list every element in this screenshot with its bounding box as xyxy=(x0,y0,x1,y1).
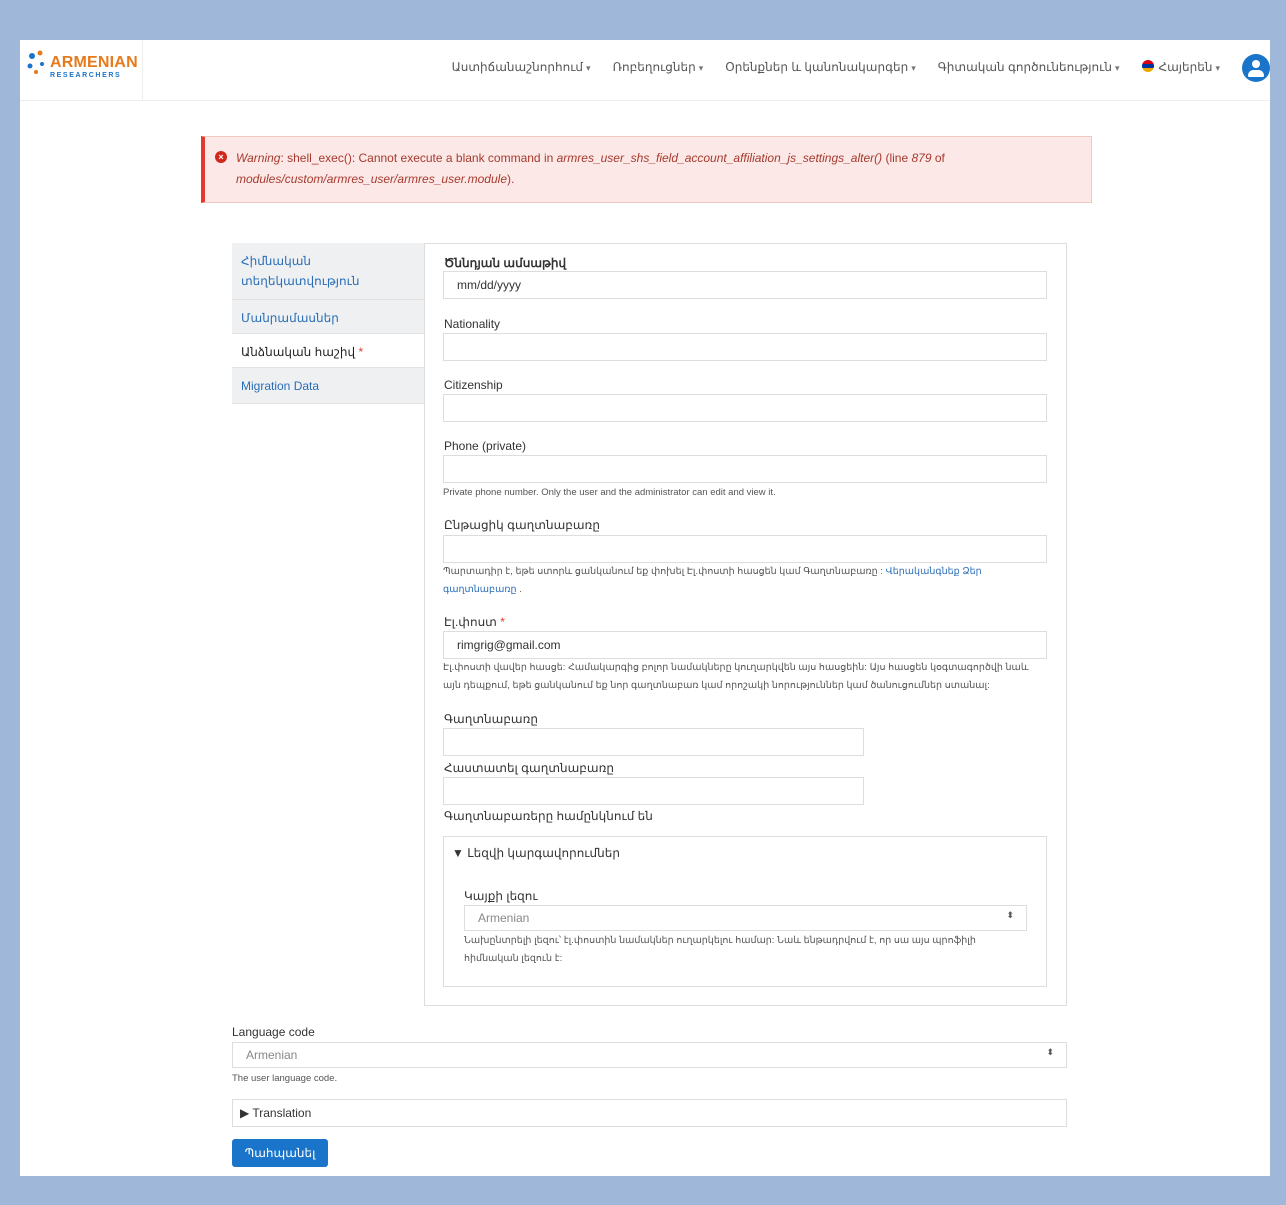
logo-icon xyxy=(27,50,44,74)
select-arrows-icon: ⬍ xyxy=(1006,910,1014,920)
phone-field[interactable] xyxy=(443,455,1047,483)
birthdate-label: Ծննդյան ամսաթիվ xyxy=(444,256,567,270)
nav-item-research[interactable]: Գիտական գործունեություն ▾ xyxy=(938,60,1120,74)
chevron-down-icon: ▾ xyxy=(911,63,916,73)
language-code-description: The user language code. xyxy=(232,1073,338,1084)
language-code-label: Language code xyxy=(232,1025,315,1039)
email-label: Էլ.փոստ * xyxy=(444,615,505,629)
chevron-down-icon: ▾ xyxy=(698,63,704,73)
phone-description: Private phone number. Only the user and … xyxy=(443,487,776,498)
chevron-down-icon: ▾ xyxy=(586,63,591,73)
confirm-password-field[interactable] xyxy=(443,777,864,805)
language-settings-summary[interactable]: ▼ Լեզվի կարգավորումներ xyxy=(452,846,620,860)
translation-details[interactable]: ▶ Translation xyxy=(232,1099,1067,1127)
confirm-password-label: Հաստատել գաղտնաբառը xyxy=(444,761,614,775)
site-language-description: Նախընտրելի լեզու՝ էլ.փոստին նամակներ ուղ… xyxy=(464,935,976,964)
nationality-label: Nationality xyxy=(444,317,501,331)
password-field[interactable] xyxy=(443,728,864,756)
current-password-label: Ընթացիկ գաղտնաբառը xyxy=(444,518,600,532)
password-label: Գաղտնաբառը xyxy=(444,712,539,726)
warning-message: × Warning: shell_exec(): Cannot execute … xyxy=(201,136,1092,203)
password-match-status: Գաղտնաբառերը համընկնում են xyxy=(444,809,653,823)
error-icon: × xyxy=(215,151,227,163)
current-password-description: Պարտադիր է, եթե ստորև ցանկանում եք փոխել… xyxy=(443,566,982,595)
language-settings-details: ▼ Լեզվի կարգավորումներ Կայքի լեզու Armen… xyxy=(443,836,1047,987)
email-description: Էլ.փոստի վավեր հասցե: Համակարգից բոլոր ն… xyxy=(443,662,1029,691)
phone-label: Phone (private) xyxy=(444,439,527,453)
logo-subtext: RESEARCHERS xyxy=(50,72,122,79)
nav-item-laws[interactable]: Օրենքներ և կանոնակարգեր ▾ xyxy=(725,60,915,74)
tab-panel: Ծննդյան ամսաթիվ mm/dd/yyyy Nationality C… xyxy=(424,243,1067,1006)
citizenship-field[interactable] xyxy=(443,394,1047,422)
nationality-field[interactable] xyxy=(443,333,1047,361)
site-header: ARMENIAN RESEARCHERS Աստիճանաշնորհում ▾ Ռ… xyxy=(20,40,1270,101)
chevron-down-icon: ▾ xyxy=(1215,63,1220,73)
tab-basic-info[interactable]: Հիմնական տեղեկատվություն xyxy=(232,243,425,300)
main-nav: Աստիճանաշնորհում ▾ Ռոբեղուցներ ▾ Օրենքներ … xyxy=(452,60,1220,74)
tab-migration-data[interactable]: Migration Data xyxy=(232,368,425,404)
language-switcher[interactable]: Հայերեն ▾ xyxy=(1141,60,1220,74)
triangle-right-icon: ▶ xyxy=(240,1106,250,1120)
citizenship-label: Citizenship xyxy=(444,378,503,392)
birthdate-field[interactable]: mm/dd/yyyy xyxy=(443,271,1047,299)
user-account-icon[interactable] xyxy=(1242,54,1270,82)
tab-personal-account[interactable]: Անձնական հաշիվ * xyxy=(232,334,425,368)
flag-icon xyxy=(1141,60,1154,72)
site-logo[interactable]: ARMENIAN RESEARCHERS xyxy=(20,40,143,100)
current-password-field[interactable] xyxy=(443,535,1047,563)
site-language-label: Կայքի լեզու xyxy=(464,889,538,903)
nav-item-guides[interactable]: Ռոբեղուցներ ▾ xyxy=(613,60,704,74)
email-field[interactable]: rimgrig@gmail.com xyxy=(443,631,1047,659)
language-code-select[interactable]: Armenian ⬍ xyxy=(232,1042,1067,1068)
triangle-down-icon: ▼ xyxy=(452,846,464,860)
logo-text: ARMENIAN xyxy=(50,54,138,71)
site-language-select[interactable]: Armenian ⬍ xyxy=(464,905,1027,931)
vertical-tabs: Հիմնական տեղեկատվություն Մանրամասներ Անձ… xyxy=(232,243,425,404)
page-frame: ARMENIAN RESEARCHERS Աստիճանաշնորհում ▾ Ռ… xyxy=(20,40,1270,1176)
nav-item-degrees[interactable]: Աստիճանաշնորհում ▾ xyxy=(452,60,591,74)
select-arrows-icon: ⬍ xyxy=(1046,1047,1054,1057)
chevron-down-icon: ▾ xyxy=(1114,63,1120,73)
save-button[interactable]: Պահպանել xyxy=(232,1139,328,1167)
tab-details[interactable]: Մանրամասներ xyxy=(232,300,425,334)
